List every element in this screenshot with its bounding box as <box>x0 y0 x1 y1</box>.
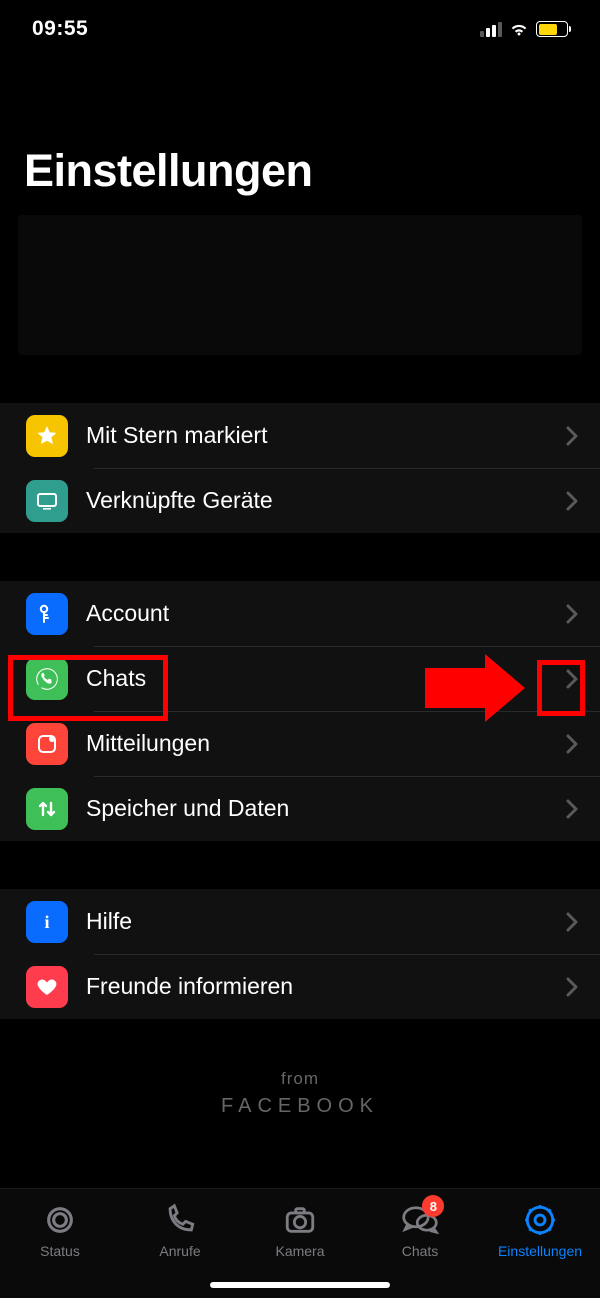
row-tell-friends[interactable]: Freunde informieren <box>0 954 600 1019</box>
chevron-right-icon <box>566 912 578 932</box>
svg-text:i: i <box>44 912 49 932</box>
chevron-right-icon <box>566 977 578 997</box>
key-icon <box>26 593 68 635</box>
tab-label: Kamera <box>275 1243 324 1259</box>
badge-count: 8 <box>422 1195 444 1217</box>
row-label: Speicher und Daten <box>86 795 548 822</box>
row-storage[interactable]: Speicher und Daten <box>0 776 600 841</box>
highlight-chats-row <box>8 655 168 721</box>
tab-status[interactable]: Status <box>0 1189 120 1298</box>
row-starred[interactable]: Mit Stern markiert <box>0 403 600 468</box>
chevron-right-icon <box>566 799 578 819</box>
heart-icon <box>26 966 68 1008</box>
home-indicator[interactable] <box>210 1282 390 1288</box>
row-help[interactable]: i Hilfe <box>0 889 600 954</box>
status-time: 09:55 <box>32 17 88 41</box>
star-icon <box>26 415 68 457</box>
info-icon: i <box>26 901 68 943</box>
chevron-right-icon <box>566 604 578 624</box>
settings-group-3: i Hilfe Freunde informieren <box>0 889 600 1019</box>
page-title: Einstellungen <box>0 50 600 215</box>
chevron-right-icon <box>566 491 578 511</box>
row-label: Hilfe <box>86 908 548 935</box>
row-account[interactable]: Account <box>0 581 600 646</box>
row-label: Mitteilungen <box>86 730 548 757</box>
tab-settings[interactable]: Einstellungen <box>480 1189 600 1298</box>
row-label: Freunde informieren <box>86 973 548 1000</box>
brand-name: FACEBOOK <box>0 1095 600 1118</box>
tab-label: Status <box>40 1243 80 1259</box>
tab-label: Chats <box>402 1243 439 1259</box>
profile-card[interactable] <box>18 215 582 355</box>
signal-icon <box>480 22 502 37</box>
settings-group-1: Mit Stern markiert Verknüpfte Geräte <box>0 403 600 533</box>
chevron-right-icon <box>566 734 578 754</box>
status-bar: 09:55 <box>0 0 600 50</box>
brand-from: from <box>0 1069 600 1089</box>
annotation-arrow <box>425 654 525 722</box>
row-label: Mit Stern markiert <box>86 422 548 449</box>
tab-bar: Status Anrufe Kamera 8 Chats Einstellung… <box>0 1188 600 1298</box>
highlight-chats-chevron <box>537 660 585 716</box>
notification-icon <box>26 723 68 765</box>
row-linked-devices[interactable]: Verknüpfte Geräte <box>0 468 600 533</box>
monitor-icon <box>26 480 68 522</box>
battery-icon <box>536 21 568 37</box>
tab-label: Einstellungen <box>498 1243 582 1259</box>
arrows-up-down-icon <box>26 788 68 830</box>
footer-brand: from FACEBOOK <box>0 1069 600 1118</box>
tab-label: Anrufe <box>159 1243 200 1259</box>
chevron-right-icon <box>566 426 578 446</box>
row-label: Verknüpfte Geräte <box>86 487 548 514</box>
status-indicators <box>480 21 568 37</box>
row-label: Account <box>86 600 548 627</box>
wifi-icon <box>508 21 530 37</box>
